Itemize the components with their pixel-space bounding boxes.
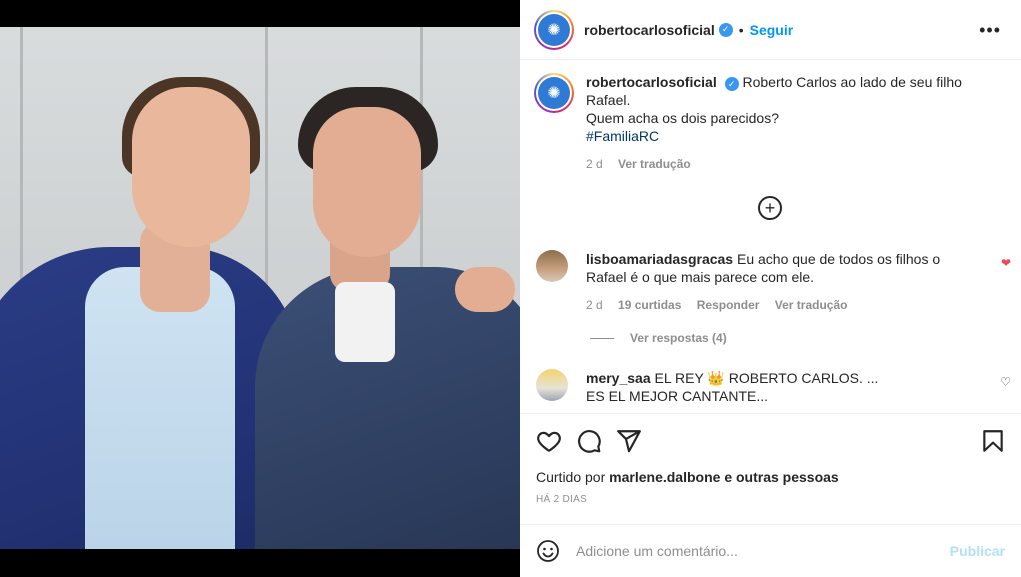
post-photo[interactable] [0, 27, 520, 549]
follow-button[interactable]: Seguir [750, 22, 794, 38]
view-replies-label[interactable]: Ver respostas (4) [630, 331, 727, 345]
comment-author[interactable]: lisboamariadasgracas [586, 251, 733, 267]
comment-icon[interactable] [576, 428, 602, 454]
caption-hashtag[interactable]: #FamiliaRC [586, 127, 1006, 145]
comment-composer: Publicar [520, 524, 1021, 577]
post-media [0, 0, 520, 577]
comment-likes[interactable]: 19 curtidas [618, 298, 681, 312]
avatar-logo-icon: ✺ [538, 77, 570, 109]
avatar-inner: ✺ [536, 11, 572, 48]
comment-input[interactable] [576, 543, 936, 559]
person-right-shirt [335, 282, 395, 362]
comment-translate-link[interactable]: Ver tradução [775, 298, 848, 312]
publish-button[interactable]: Publicar [950, 543, 1005, 559]
caption-meta: 2 d Ver tradução [586, 155, 1006, 173]
comment-text: EL REY 👑 ROBERTO CARLOS. ... [654, 370, 879, 386]
verified-icon: ✓ [724, 77, 739, 91]
heart-icon[interactable] [536, 428, 562, 454]
share-icon[interactable] [616, 428, 642, 454]
comments-list[interactable]: ✺ robertocarlosoficial ✓ Roberto Carlos … [520, 61, 1021, 413]
commenter-avatar[interactable] [536, 369, 568, 401]
caption-age[interactable]: 2 d [586, 157, 603, 171]
author-avatar[interactable]: ✺ [534, 9, 574, 50]
bookmark-icon[interactable] [980, 428, 1006, 454]
person-right-hand [455, 267, 515, 312]
comment-like-heart-icon[interactable]: ❤ [1001, 256, 1011, 270]
person-right-face [313, 107, 421, 257]
commenter-avatar[interactable] [536, 250, 568, 282]
comment-age[interactable]: 2 d [586, 298, 603, 312]
caption-translate-link[interactable]: Ver tradução [618, 157, 691, 171]
post-header: ✺ robertocarlosoficial ✓ • Seguir ••• [520, 0, 1021, 60]
caption-author-avatar[interactable]: ✺ [534, 73, 574, 113]
comment-text-continued: ES EL MEJOR CANTANTE... [586, 388, 769, 404]
caption: ✺ robertocarlosoficial ✓ Roberto Carlos … [534, 73, 1006, 173]
avatar-logo-icon: ✺ [538, 13, 570, 46]
comment-item: mery_saa EL REY 👑 ROBERTO CARLOS. ... ES… [536, 369, 1011, 405]
comment-item: lisboamariadasgracas Eu acho que de todo… [536, 250, 1011, 314]
liked-by-suffix[interactable]: e outras pessoas [724, 469, 838, 485]
liked-by: Curtido por marlene.dalbone e outras pes… [536, 469, 839, 485]
more-icon[interactable]: ••• [979, 20, 1001, 41]
comment-body: mery_saa EL REY 👑 ROBERTO CARLOS. ... ES… [586, 369, 976, 405]
caption-body: robertocarlosoficial ✓ Roberto Carlos ao… [586, 73, 1006, 173]
comment-body: lisboamariadasgracas Eu acho que de todo… [586, 250, 976, 314]
comment-meta: 2 d 19 curtidas Responder Ver tradução [586, 296, 976, 314]
view-replies-button[interactable]: Ver respostas (4) [590, 331, 727, 345]
comment-reply-button[interactable]: Responder [697, 298, 760, 312]
liked-by-prefix: Curtido por [536, 469, 606, 485]
instagram-post-modal: ✺ robertocarlosoficial ✓ • Seguir ••• ✺ … [0, 0, 1021, 577]
verified-icon: ✓ [718, 22, 733, 37]
header-separator: • [738, 21, 744, 38]
post-timestamp[interactable]: HÁ 2 DIAS [536, 494, 587, 505]
liked-by-user[interactable]: marlene.dalbone [609, 469, 720, 485]
post-sidebar: ✺ robertocarlosoficial ✓ • Seguir ••• ✺ … [520, 0, 1021, 577]
comment-like-heart-icon[interactable]: ♡ [1000, 375, 1011, 389]
comment-author[interactable]: mery_saa [586, 370, 651, 386]
caption-author[interactable]: robertocarlosoficial [586, 74, 717, 90]
load-more-comments-plus-circle-icon[interactable]: + [758, 196, 782, 220]
person-left-face [132, 87, 250, 247]
replies-divider [590, 337, 614, 339]
author-username[interactable]: robertocarlosoficial [584, 22, 715, 38]
emoji-icon[interactable] [536, 539, 560, 563]
avatar-inner: ✺ [536, 75, 572, 111]
caption-question: Quem acha os dois parecidos? [586, 110, 779, 126]
action-bar [520, 413, 1021, 467]
